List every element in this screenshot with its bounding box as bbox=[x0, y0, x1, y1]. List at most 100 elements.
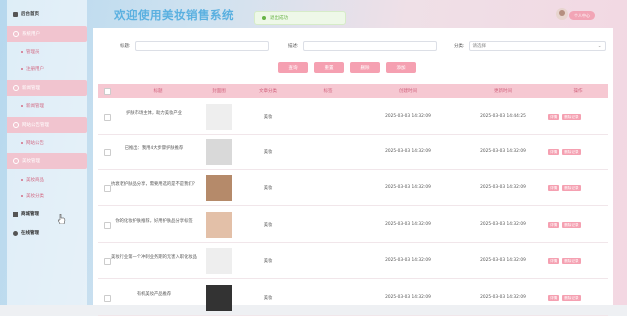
row-title: 护肤市场主体，助力美妆产业 bbox=[126, 111, 182, 116]
header-cover: 封面图 bbox=[212, 89, 226, 94]
table-row: 已推出：我用4大步骤护肤推荐美妆 2025-03-03 14:32:09 2025-… bbox=[98, 134, 608, 170]
add-button[interactable]: 添加 bbox=[386, 62, 416, 73]
row-actions: 详情 删除记录 bbox=[548, 114, 581, 120]
row-created: 2025-03-03 14:32:09 bbox=[385, 222, 431, 227]
header-tags: 标签 bbox=[323, 89, 333, 94]
table-row: 抗衰老护肤品分享，需要用选的是不是我们？ 美妆 2025-03-03 14:32:0… bbox=[98, 170, 608, 206]
sidebar-item-label: 新闻管理 bbox=[26, 104, 44, 109]
table-row: 美妆行业第一个冲刺业务期的无害入职化妆品 美妆 2025-03-03 14:32:0… bbox=[98, 243, 608, 279]
sidebar-group-notice[interactable]: 网站公告管理 bbox=[7, 117, 87, 133]
delete-record-button[interactable]: 删除记录 bbox=[562, 114, 581, 120]
sidebar-item-label: 商城管理 bbox=[21, 212, 39, 217]
row-updated: 2025-03-03 14:32:09 bbox=[480, 149, 526, 154]
delete-record-button[interactable]: 删除记录 bbox=[562, 258, 581, 264]
cover-thumbnail bbox=[206, 212, 232, 238]
query-button[interactable]: 查询 bbox=[278, 62, 308, 73]
reset-button[interactable]: 重置 bbox=[314, 62, 344, 73]
sidebar-item-label: 管理员 bbox=[26, 50, 40, 55]
cover-thumbnail bbox=[206, 104, 232, 130]
avatar[interactable] bbox=[556, 8, 568, 20]
cover-thumbnail bbox=[206, 175, 232, 201]
sidebar-group-news[interactable]: 新闻管理 bbox=[7, 80, 87, 96]
row-updated: 2025-03-03 14:32:09 bbox=[480, 222, 526, 227]
cover-thumbnail bbox=[206, 139, 232, 165]
sidebar-item-label: 在线管理 bbox=[21, 231, 39, 236]
row-actions: 详情 删除记录 bbox=[548, 295, 581, 301]
sidebar-item-news[interactable]: 新闻管理 bbox=[7, 98, 87, 114]
delete-record-button[interactable]: 删除记录 bbox=[562, 185, 581, 191]
sidebar-group-beauty[interactable]: 美妆管理 bbox=[7, 153, 87, 169]
row-category: 美妆 bbox=[263, 296, 273, 301]
sidebar-item-beauty-category[interactable]: 美妆分类 bbox=[7, 188, 87, 204]
header-updated[interactable]: 更新时间 bbox=[468, 88, 538, 94]
circle-icon bbox=[13, 158, 19, 164]
home-icon bbox=[13, 11, 18, 17]
search-label: 分类: bbox=[454, 44, 465, 49]
row-title: 抗衰老护肤品分享，需要用选的是不是我们？ bbox=[111, 182, 197, 187]
row-category: 美妆 bbox=[263, 223, 273, 228]
select-all-checkbox[interactable] bbox=[104, 87, 111, 95]
table-row: 有机美妆产品推荐 美妆 2025-03-03 14:32:09 2025-03-03 … bbox=[98, 280, 608, 316]
toast-text: 退出成功 bbox=[270, 16, 288, 21]
desc-search-input[interactable] bbox=[302, 41, 437, 51]
title-search-input[interactable] bbox=[134, 41, 269, 51]
header-category[interactable]: 文章分类 bbox=[248, 88, 288, 94]
hand-cursor-icon bbox=[58, 214, 66, 224]
row-updated: 2025-03-03 14:32:09 bbox=[480, 185, 526, 190]
delete-record-button[interactable]: 删除记录 bbox=[562, 295, 581, 301]
row-title: 美妆行业第一个冲刺业务期的无害入职化妆品 bbox=[111, 255, 197, 260]
row-title: 已推出：我用4大步骤护肤推荐 bbox=[124, 146, 184, 151]
user-icon bbox=[13, 230, 18, 236]
header-created[interactable]: 创建时间 bbox=[373, 88, 443, 94]
delete-button[interactable]: 删除 bbox=[350, 62, 380, 73]
cover-thumbnail bbox=[206, 248, 232, 274]
table-header: 标题 封面图 文章分类 标签 创建时间 更新时间 操作 bbox=[98, 84, 608, 98]
row-updated: 2025-03-03 14:32:09 bbox=[480, 258, 526, 263]
sidebar-item-home[interactable]: 后台首页 bbox=[7, 6, 87, 22]
search-label: 标题: bbox=[120, 44, 131, 49]
category-select[interactable]: 请选择 ⌄ bbox=[468, 41, 606, 51]
search-label: 描述: bbox=[288, 44, 299, 49]
row-category: 美妆 bbox=[263, 186, 273, 191]
sidebar-item-shop[interactable]: 商城管理 bbox=[7, 206, 87, 222]
sidebar-item-label: 网站公告管理 bbox=[22, 123, 49, 128]
row-title: 你的化妆护肤推荐，好用护肤品分享标签 bbox=[115, 219, 193, 224]
detail-button[interactable]: 详情 bbox=[548, 185, 560, 191]
search-category-group: 分类: 请选择 ⌄ bbox=[454, 41, 606, 51]
row-category: 美妆 bbox=[263, 150, 273, 155]
delete-record-button[interactable]: 删除记录 bbox=[562, 149, 581, 155]
toolbar: 查询 重置 删除 添加 bbox=[278, 62, 416, 73]
success-toast: 退出成功 bbox=[254, 11, 346, 25]
sidebar-item-online[interactable]: 在线管理 bbox=[7, 225, 87, 241]
detail-button[interactable]: 详情 bbox=[548, 295, 560, 301]
detail-button[interactable]: 详情 bbox=[548, 222, 560, 228]
detail-button[interactable]: 详情 bbox=[548, 258, 560, 264]
page-title: 欢迎使用美妆销售系统 bbox=[114, 8, 234, 22]
row-title: 有机美妆产品推荐 bbox=[136, 292, 172, 297]
sidebar-group-users[interactable]: 系统用户 bbox=[7, 26, 87, 42]
sidebar-item-registered-users[interactable]: 注册用户 bbox=[7, 61, 87, 77]
header-ops: 操作 bbox=[573, 89, 583, 94]
row-updated: 2025-03-03 14:32:09 bbox=[480, 295, 526, 300]
row-created: 2025-03-03 14:32:09 bbox=[385, 258, 431, 263]
select-placeholder: 请选择 bbox=[472, 44, 487, 49]
sidebar-item-notice[interactable]: 网站公告 bbox=[7, 135, 87, 151]
sidebar-item-admin[interactable]: 管理员 bbox=[7, 44, 87, 60]
detail-button[interactable]: 详情 bbox=[548, 114, 560, 120]
sidebar-item-beauty-goods[interactable]: 美妆商品 bbox=[7, 172, 87, 188]
circle-icon bbox=[13, 122, 19, 128]
circle-icon bbox=[13, 85, 19, 91]
user-center-button[interactable]: 个人中心 bbox=[569, 11, 595, 20]
row-actions: 详情 删除记录 bbox=[548, 149, 581, 155]
row-actions: 详情 删除记录 bbox=[548, 222, 581, 228]
row-created: 2025-03-03 14:32:09 bbox=[385, 185, 431, 190]
row-actions: 详情 删除记录 bbox=[548, 185, 581, 191]
row-created: 2025-03-03 14:32:09 bbox=[385, 149, 431, 154]
sidebar: 后台首页 系统用户 管理员 注册用户 新闻管理 新闻管理 网站公告管理 网站公告… bbox=[7, 0, 87, 305]
header-title[interactable]: 标题 bbox=[128, 88, 188, 94]
detail-button[interactable]: 详情 bbox=[548, 149, 560, 155]
chevron-down-icon: ⌄ bbox=[597, 43, 602, 49]
row-updated: 2025-03-03 14:44:25 bbox=[480, 114, 526, 119]
sidebar-item-label: 网站公告 bbox=[26, 141, 44, 146]
delete-record-button[interactable]: 删除记录 bbox=[562, 222, 581, 228]
